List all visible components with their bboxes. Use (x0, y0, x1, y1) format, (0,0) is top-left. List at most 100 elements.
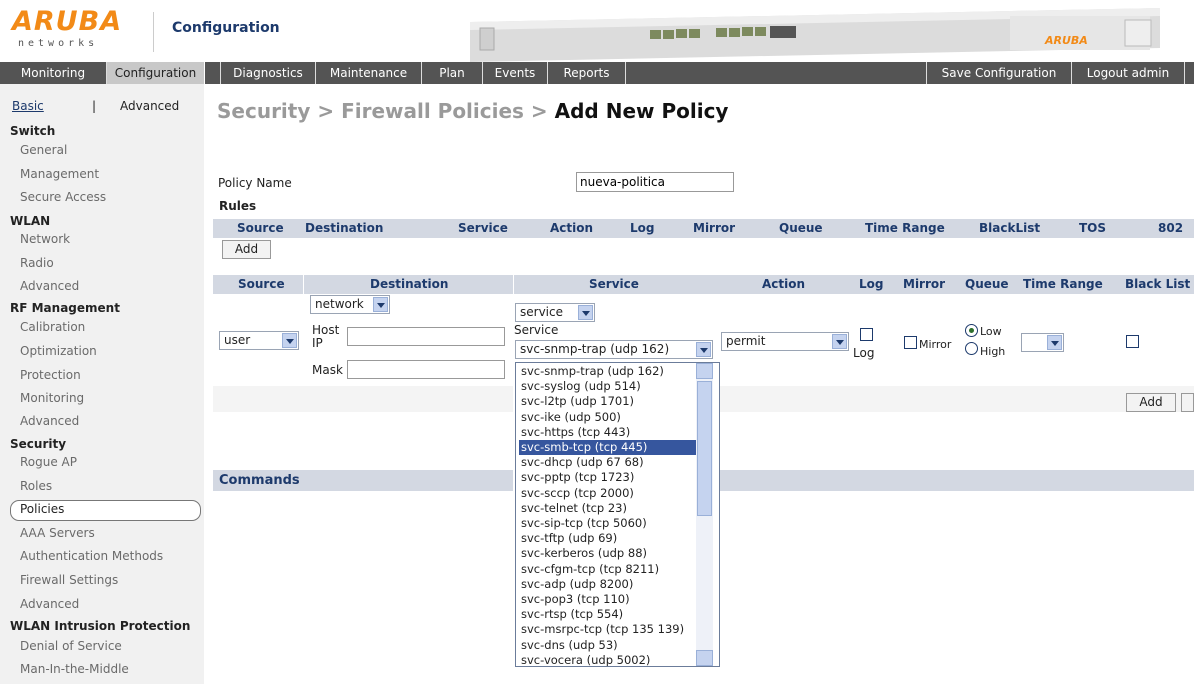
service-select-value: svc-snmp-trap (udp 162) (520, 342, 670, 356)
dropdown-scrollbar[interactable] (696, 363, 713, 666)
ip-label: IP (312, 336, 323, 350)
service-option[interactable]: svc-https (tcp 443) (519, 425, 699, 440)
rules-col-tos: TOS (1079, 221, 1107, 235)
service-option[interactable]: svc-msrpc-tcp (tcp 135 139) (519, 622, 699, 637)
rules-label: Rules (219, 199, 257, 213)
service-option[interactable]: svc-sccp (tcp 2000) (519, 486, 699, 501)
sidebar-item-secure-access[interactable]: Secure Access (20, 190, 106, 204)
source-select[interactable]: user (219, 331, 299, 350)
logout-button[interactable]: Logout admin (1072, 62, 1185, 84)
service-option[interactable]: svc-snmp-trap (udp 162) (519, 364, 699, 379)
save-configuration-button[interactable]: Save Configuration (926, 62, 1072, 84)
sidebar-item-aaa-servers[interactable]: AAA Servers (20, 526, 95, 540)
time-range-select[interactable] (1021, 333, 1064, 352)
header-section-title: Configuration (172, 20, 280, 36)
service-option[interactable]: svc-pptp (tcp 1723) (519, 470, 699, 485)
service-option[interactable]: svc-ike (udp 500) (519, 410, 699, 425)
scroll-up-icon[interactable] (696, 363, 713, 379)
advanced-view-link[interactable]: Advanced (120, 99, 179, 113)
host-ip-input[interactable] (347, 327, 505, 346)
rules-col-service: Service (458, 221, 508, 235)
service-option[interactable]: svc-sip-tcp (tcp 5060) (519, 516, 699, 531)
add-rule-confirm-button[interactable]: Add (1126, 393, 1176, 412)
sidebar-item-rf-advanced[interactable]: Advanced (20, 414, 79, 428)
blacklist-checkbox[interactable] (1126, 335, 1139, 348)
rules-col-802: 802 (1158, 221, 1184, 235)
sidebar-item-wlan-advanced[interactable]: Advanced (20, 279, 79, 293)
rules-col-time-range: Time Range (865, 221, 945, 235)
service-option[interactable]: svc-cfgm-tcp (tcp 8211) (519, 562, 699, 577)
commands-label[interactable]: Commands (219, 473, 300, 488)
service-option[interactable]: svc-dns (udp 53) (519, 638, 699, 653)
sidebar-item-rogue-ap[interactable]: Rogue AP (20, 455, 77, 469)
tab-events[interactable]: Events (483, 62, 548, 84)
scrollbar-thumb[interactable] (697, 381, 712, 516)
sidebar-item-authentication-methods[interactable]: Authentication Methods (20, 549, 163, 563)
service-option[interactable]: svc-syslog (udp 514) (519, 379, 699, 394)
destination-type-select[interactable]: network (310, 295, 390, 314)
edit-col-source: Source (238, 277, 285, 291)
sidebar-item-policies[interactable]: Policies (20, 502, 64, 516)
sidebar-item-calibration[interactable]: Calibration (20, 320, 85, 334)
tab-configuration[interactable]: Configuration (107, 62, 205, 84)
scroll-down-icon[interactable] (696, 650, 713, 666)
service-option[interactable]: svc-vocera (udp 5002) (519, 653, 699, 666)
service-option[interactable]: svc-telnet (tcp 23) (519, 501, 699, 516)
queue-high-radio[interactable] (965, 342, 978, 355)
service-option[interactable]: svc-smb-tcp (tcp 445) (519, 440, 699, 455)
commands-bar (714, 470, 1194, 491)
header-divider (303, 275, 304, 294)
sidebar-item-management[interactable]: Management (20, 167, 99, 181)
tab-plan[interactable]: Plan (422, 62, 483, 84)
service-select[interactable]: svc-snmp-trap (udp 162) (515, 340, 713, 359)
action-select[interactable]: permit (721, 332, 849, 351)
tab-maintenance[interactable]: Maintenance (316, 62, 422, 84)
tab-reports[interactable]: Reports (548, 62, 626, 84)
service-option[interactable]: svc-tftp (udp 69) (519, 531, 699, 546)
tab-monitoring[interactable]: Monitoring (0, 62, 107, 84)
rules-col-source: Source (237, 221, 284, 235)
mirror-label: Mirror (919, 338, 952, 351)
service-option[interactable]: svc-l2tp (udp 1701) (519, 394, 699, 409)
edit-col-black-list: Black List (1125, 277, 1191, 291)
edit-col-destination: Destination (370, 277, 449, 291)
sidebar-item-denial-of-service[interactable]: Denial of Service (20, 639, 122, 653)
service-option[interactable]: svc-adp (udp 8200) (519, 577, 699, 592)
tab-diagnostics[interactable]: Diagnostics (220, 62, 316, 84)
sidebar-item-general[interactable]: General (20, 143, 67, 157)
service-option[interactable]: svc-rtsp (tcp 554) (519, 607, 699, 622)
basic-view-link[interactable]: Basic (12, 99, 44, 113)
header-divider (153, 12, 154, 52)
edit-col-queue: Queue (965, 277, 1009, 291)
rules-col-mirror: Mirror (693, 221, 736, 235)
app-header: ARUBA networks Configuration ARUBA (0, 0, 1194, 62)
breadcrumb-path: Security > Firewall Policies > (217, 99, 555, 123)
sidebar-item-radio[interactable]: Radio (20, 256, 54, 270)
sidebar-item-optimization[interactable]: Optimization (20, 344, 97, 358)
source-select-value: user (224, 333, 251, 347)
sidebar-item-security-advanced[interactable]: Advanced (20, 597, 79, 611)
queue-low-radio[interactable] (965, 324, 978, 337)
service-option[interactable]: svc-pop3 (tcp 110) (519, 592, 699, 607)
chevron-down-icon (282, 333, 297, 348)
sidebar: Basic | Advanced Switch General Manageme… (0, 84, 204, 684)
service-option[interactable]: svc-dhcp (udp 67 68) (519, 455, 699, 470)
queue-high-label: High (980, 345, 1006, 358)
service-type-select[interactable]: service (515, 303, 595, 322)
sidebar-item-monitoring[interactable]: Monitoring (20, 391, 84, 405)
sidebar-item-protection[interactable]: Protection (20, 368, 81, 382)
mask-input[interactable] (347, 360, 505, 379)
policy-name-input[interactable] (576, 172, 734, 192)
sidebar-item-man-in-the-middle[interactable]: Man-In-the-Middle (20, 662, 129, 676)
sidebar-item-network[interactable]: Network (20, 232, 70, 246)
edit-col-log: Log (859, 277, 884, 291)
log-checkbox[interactable] (860, 328, 873, 341)
queue-low-label: Low (980, 325, 1002, 338)
sidebar-item-roles[interactable]: Roles (20, 479, 52, 493)
sidebar-item-firewall-settings[interactable]: Firewall Settings (20, 573, 118, 587)
cancel-rule-button[interactable] (1181, 393, 1194, 412)
mirror-checkbox[interactable] (904, 336, 917, 349)
add-rule-button[interactable]: Add (222, 240, 271, 259)
service-dropdown-list[interactable]: svc-snmp-trap (udp 162) svc-syslog (udp 5… (515, 362, 720, 667)
service-option[interactable]: svc-kerberos (udp 88) (519, 546, 699, 561)
